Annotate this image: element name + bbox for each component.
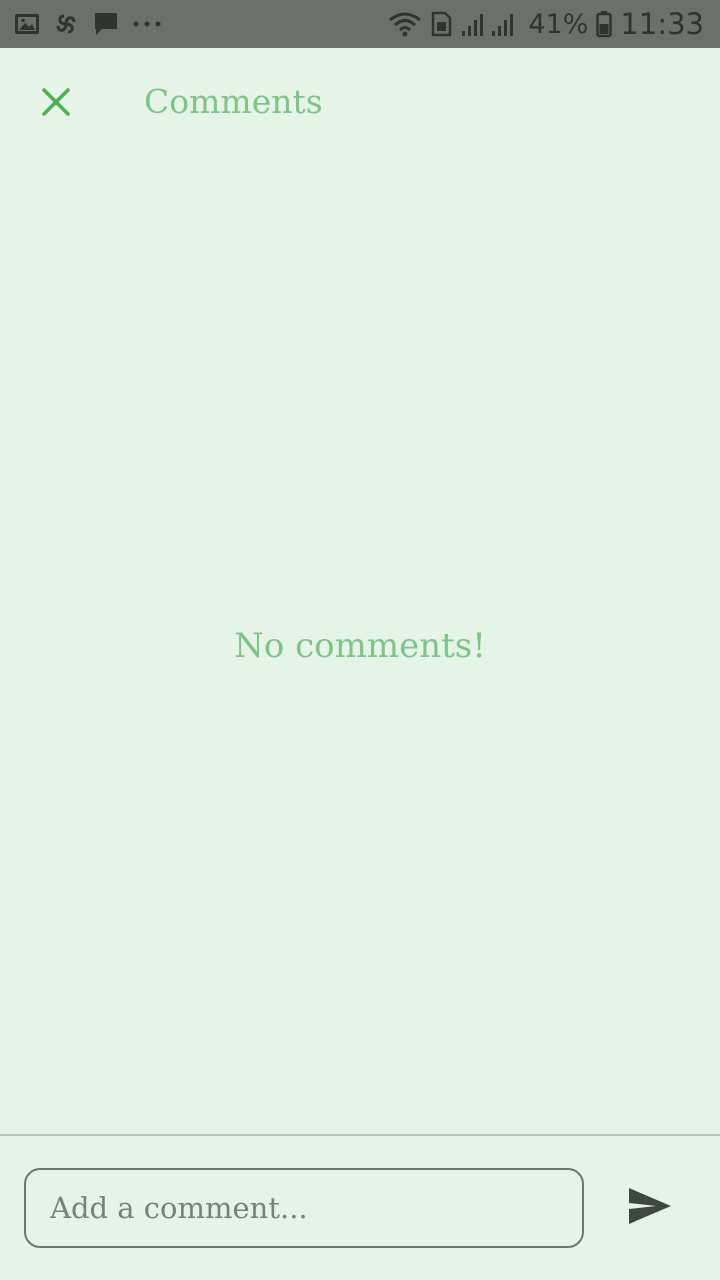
header: Comments <box>0 48 720 160</box>
wifi-icon <box>388 10 422 38</box>
battery-icon <box>596 10 613 38</box>
close-icon <box>41 87 71 121</box>
signal-icon <box>460 11 520 37</box>
sim-card-icon <box>430 10 452 38</box>
page-title: Comments <box>144 82 323 121</box>
clock: 11:33 <box>620 7 704 41</box>
status-bar: 41% 11:33 <box>0 0 720 48</box>
battery-percent: 41% <box>528 8 589 40</box>
comment-input-box[interactable] <box>24 1168 584 1248</box>
more-dots-icon <box>132 20 162 28</box>
divider <box>0 1134 720 1136</box>
pinwheel-icon <box>52 10 80 38</box>
comment-input[interactable] <box>26 1170 582 1246</box>
status-bar-left <box>14 10 162 38</box>
image-icon <box>14 12 40 36</box>
close-button[interactable] <box>28 76 84 132</box>
send-icon <box>628 1187 672 1229</box>
status-bar-right: 41% 11:33 <box>388 0 704 48</box>
chat-bubble-icon <box>92 10 120 38</box>
empty-state-message: No comments! <box>234 626 486 666</box>
send-button[interactable] <box>620 1180 680 1236</box>
